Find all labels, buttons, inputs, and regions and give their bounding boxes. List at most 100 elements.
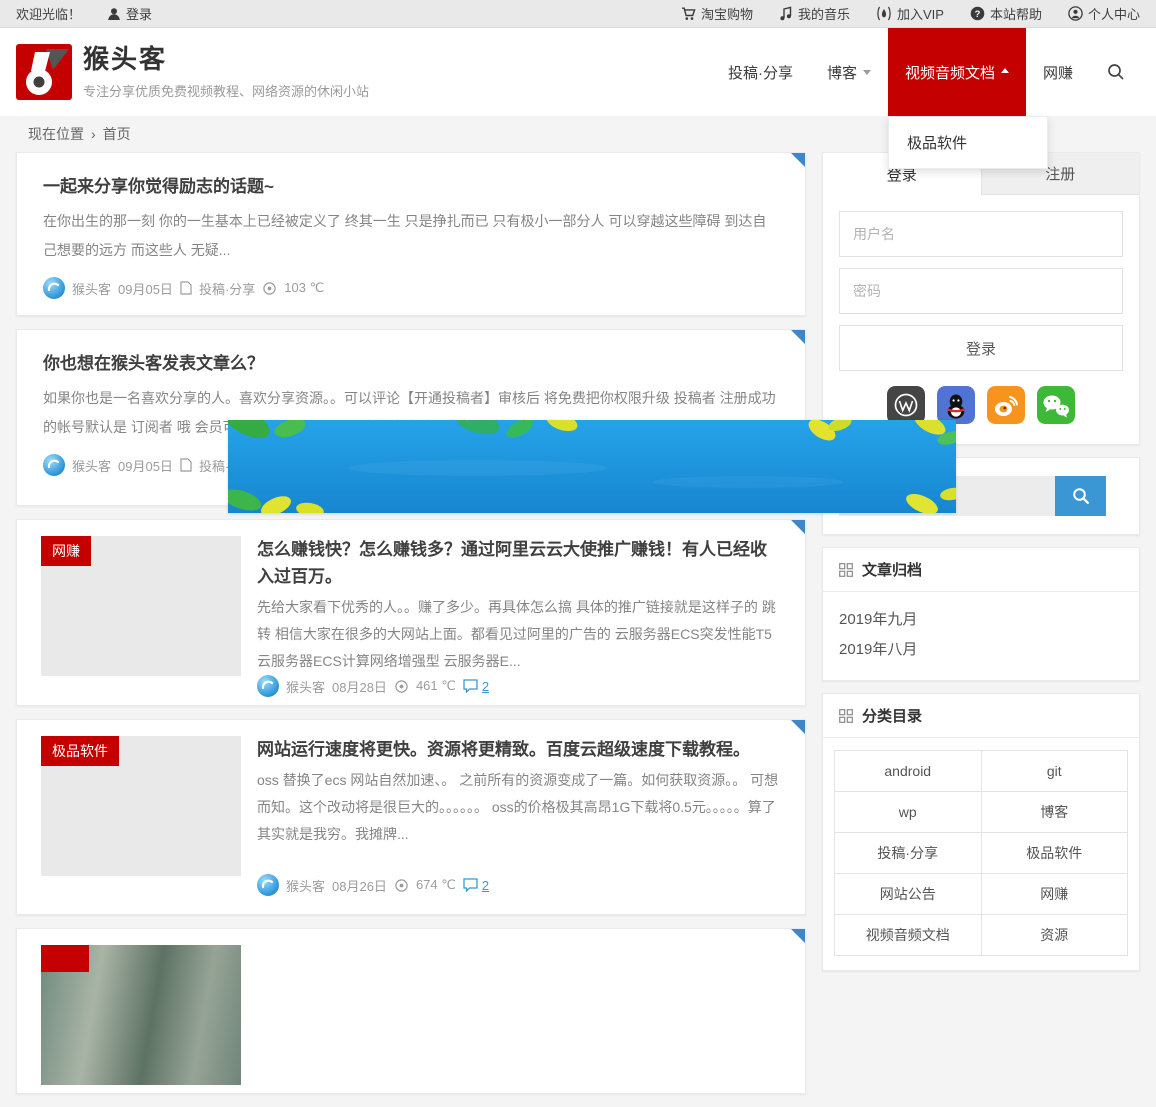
comment-count[interactable]: 2 bbox=[482, 878, 489, 893]
grid-icon bbox=[839, 563, 853, 577]
corner-fold-icon bbox=[791, 520, 805, 534]
comment-count[interactable]: 2 bbox=[482, 679, 489, 694]
chevron-down-icon bbox=[863, 70, 871, 79]
category-cell[interactable]: wp bbox=[835, 792, 982, 833]
username-input[interactable] bbox=[839, 211, 1123, 257]
login-link[interactable]: 登录 bbox=[107, 4, 152, 23]
article-excerpt: 先给大家看下优秀的人。。赚了多少。再具体怎么搞 具体的推广链接就是这样子的 跳转… bbox=[257, 594, 781, 675]
table-row: 网站公告 网赚 bbox=[835, 874, 1128, 915]
corner-fold-icon bbox=[791, 720, 805, 734]
category-link[interactable]: 投稿·分享 bbox=[199, 279, 255, 298]
weibo-icon[interactable] bbox=[987, 386, 1025, 424]
author-name: 猴头客 bbox=[286, 677, 325, 696]
avatar bbox=[43, 454, 65, 476]
article-thumbnail[interactable] bbox=[41, 945, 241, 1085]
category-cell[interactable]: 投稿·分享 bbox=[835, 833, 982, 874]
breadcrumb-prefix: 现在位置 bbox=[28, 124, 84, 144]
category-cell[interactable]: git bbox=[981, 751, 1128, 792]
grid-icon bbox=[839, 709, 853, 723]
category-badge[interactable]: 网赚 bbox=[41, 536, 91, 566]
categories-panel: 分类目录 android git wp 博客 投稿·分享 极品软件 bbox=[822, 693, 1140, 971]
article-card: 网赚 怎么赚钱快？怎么赚钱多？通过阿里云云大使推广赚钱！有人已经收入过百万。 先… bbox=[16, 519, 806, 706]
topbar-link-help[interactable]: ? 本站帮助 bbox=[970, 4, 1042, 23]
music-icon bbox=[779, 6, 793, 21]
category-cell[interactable]: 视频音频文档 bbox=[835, 915, 982, 956]
categories-table: android git wp 博客 投稿·分享 极品软件 网站公告 网赚 bbox=[834, 750, 1128, 956]
views-icon bbox=[262, 281, 277, 296]
archive-item[interactable]: 2019年八月 bbox=[839, 635, 1123, 665]
wordpress-icon[interactable] bbox=[887, 386, 925, 424]
password-input[interactable] bbox=[839, 268, 1123, 314]
breadcrumb-home-link[interactable]: 首页 bbox=[103, 124, 131, 144]
nav-item-submit-share[interactable]: 投稿·分享 bbox=[711, 28, 810, 116]
author-name: 猴头客 bbox=[286, 876, 325, 895]
content: 一起来分享你觉得励志的话题~ 在你出生的那一刻 你的一生基本上已经被定义了 终其… bbox=[0, 152, 1156, 1107]
person-icon bbox=[107, 7, 121, 21]
main-nav: 投稿·分享 博客 视频音频文档 极品软件 网赚 bbox=[711, 28, 1142, 116]
publish-date: 09月05日 bbox=[118, 456, 173, 475]
widget-header: 文章归档 bbox=[823, 548, 1139, 592]
category-cell[interactable]: 网赚 bbox=[981, 874, 1128, 915]
category-cell[interactable]: 资源 bbox=[981, 915, 1128, 956]
article-card bbox=[16, 928, 806, 1094]
category-badge[interactable] bbox=[41, 945, 89, 972]
category-cell[interactable]: 极品软件 bbox=[981, 833, 1128, 874]
topbar-link-music[interactable]: 我的音乐 bbox=[779, 4, 850, 23]
archive-list: 2019年九月 2019年八月 bbox=[823, 592, 1139, 680]
login-form: 登录 bbox=[823, 195, 1139, 371]
topbar-link-taobao[interactable]: 淘宝购物 bbox=[681, 4, 753, 23]
views-count: 103 ℃ bbox=[284, 280, 324, 296]
views-icon bbox=[394, 679, 409, 694]
views-count: 461 ℃ bbox=[416, 678, 456, 694]
category-badge[interactable]: 极品软件 bbox=[41, 736, 119, 766]
site-logo[interactable] bbox=[16, 44, 72, 100]
article-title: 网站运行速度将更快。资源将更精致。百度云超级速度下载教程。 bbox=[257, 736, 781, 763]
welcome-text: 欢迎光临！ bbox=[16, 4, 81, 23]
breadcrumb-separator: › bbox=[91, 126, 96, 142]
article-excerpt: 在你出生的那一刻 你的一生基本上已经被定义了 终其一生 只是挣扎而已 只有极小一… bbox=[43, 207, 779, 265]
category-cell[interactable]: android bbox=[835, 751, 982, 792]
site-subtitle: 专注分享优质免费视频教程、网络资源的休闲小站 bbox=[83, 81, 369, 100]
avatar bbox=[43, 277, 65, 299]
nav-item-video-audio-docs[interactable]: 视频音频文档 极品软件 bbox=[888, 28, 1026, 116]
promo-banner-image[interactable] bbox=[228, 420, 956, 513]
site-header: 猴头客 专注分享优质免费视频教程、网络资源的休闲小站 投稿·分享 博客 视频音频… bbox=[0, 28, 1156, 116]
nav-search-button[interactable] bbox=[1090, 28, 1142, 116]
widget-title: 文章归档 bbox=[862, 559, 922, 580]
chevron-up-icon bbox=[1001, 68, 1009, 73]
nav-item-make-money[interactable]: 网赚 bbox=[1026, 28, 1090, 116]
topbar-link-profile[interactable]: 个人中心 bbox=[1068, 4, 1140, 23]
category-cell[interactable]: 博客 bbox=[981, 792, 1128, 833]
table-row: wp 博客 bbox=[835, 792, 1128, 833]
widget-header: 分类目录 bbox=[823, 694, 1139, 738]
article-title: 一起来分享你觉得励志的话题~ bbox=[43, 173, 779, 201]
avatar bbox=[257, 675, 279, 697]
article-thumbnail[interactable]: 网赚 bbox=[41, 536, 241, 676]
comment-block: 2 bbox=[463, 878, 489, 893]
svg-text:?: ? bbox=[975, 9, 981, 20]
corner-fold-icon bbox=[791, 929, 805, 943]
author-name: 猴头客 bbox=[72, 456, 111, 475]
author-name: 猴头客 bbox=[72, 279, 111, 298]
page: { "topbar": { "welcome": "欢迎光临！", "login… bbox=[0, 0, 1156, 938]
article-title: 你也想在猴头客发表文章么？ bbox=[43, 350, 779, 378]
login-panel: 登录 注册 登录 bbox=[822, 152, 1140, 445]
article-thumbnail[interactable]: 极品软件 bbox=[41, 736, 241, 876]
table-row: android git bbox=[835, 751, 1128, 792]
login-submit-button[interactable]: 登录 bbox=[839, 325, 1123, 371]
article-meta: 猴头客 08月28日 461 ℃ 2 bbox=[257, 675, 781, 697]
comment-block: 2 bbox=[463, 679, 489, 694]
nav-item-blog[interactable]: 博客 bbox=[810, 28, 888, 116]
table-row: 视频音频文档 资源 bbox=[835, 915, 1128, 956]
dropdown-item-premium-software[interactable]: 极品软件 bbox=[889, 117, 1047, 168]
widget-title: 分类目录 bbox=[862, 705, 922, 726]
article-meta: 猴头客 08月26日 674 ℃ 2 bbox=[257, 874, 781, 896]
qq-icon[interactable] bbox=[937, 386, 975, 424]
category-cell[interactable]: 网站公告 bbox=[835, 874, 982, 915]
topbar-link-vip[interactable]: 加入VIP bbox=[876, 4, 944, 23]
sidebar-search-button[interactable] bbox=[1055, 476, 1106, 516]
article-excerpt: oss 替换了ecs 网站自然加速、。 之前所有的资源变成了一篇。如何获取资源。… bbox=[257, 767, 781, 848]
corner-fold-icon bbox=[791, 153, 805, 167]
wechat-icon[interactable] bbox=[1037, 386, 1075, 424]
archive-item[interactable]: 2019年九月 bbox=[839, 605, 1123, 635]
